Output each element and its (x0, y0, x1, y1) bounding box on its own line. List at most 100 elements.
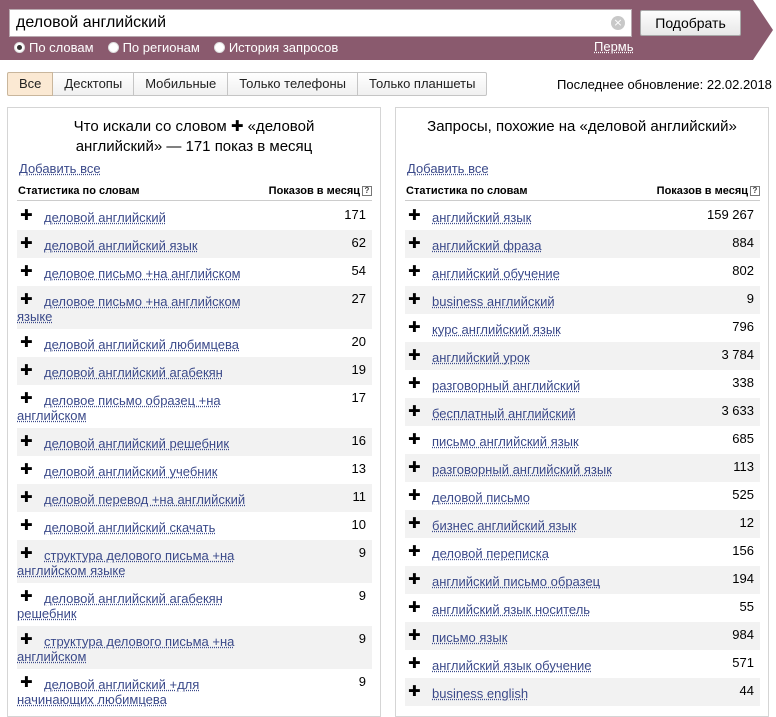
keyword-text: бизнес английский язык (432, 518, 577, 533)
keyword-link[interactable]: разговорный английский (405, 378, 635, 393)
right-panel: Запросы, похожие на «деловой английский»… (395, 107, 769, 717)
search-input[interactable] (16, 13, 606, 33)
impressions-count: 9 (358, 545, 366, 560)
impressions-count: 159 267 (707, 207, 754, 222)
impressions-count: 62 (351, 235, 366, 250)
help-icon[interactable]: ? (362, 186, 372, 196)
region-link[interactable]: Пермь (594, 39, 634, 54)
radio-history[interactable] (213, 41, 225, 53)
keyword-link[interactable]: деловой письмо (405, 490, 635, 505)
keyword-text: деловой английский (44, 210, 166, 225)
keyword-text: деловое письмо образец +на английском (17, 393, 221, 423)
tab-desktops[interactable]: Десктопы (53, 72, 135, 96)
table-row: ✚ деловой английский любимцева 20 (17, 329, 372, 357)
keyword-text: деловой английский агабекян решебник (17, 591, 223, 621)
keyword-link[interactable]: бесплатный английский (405, 406, 635, 421)
impressions-count: 156 (732, 543, 754, 558)
impressions-count: 685 (732, 431, 754, 446)
mode-by-regions-label: По регионам (122, 39, 200, 55)
keyword-link[interactable]: деловой английский агабекян (17, 365, 247, 380)
keyword-link[interactable]: деловое письмо образец +на английском (17, 393, 247, 423)
radio-by-regions[interactable] (107, 41, 119, 53)
mode-history-label: История запросов (228, 39, 339, 55)
table-row: ✚ структура делового письма +на английско… (17, 540, 372, 583)
search-box: × (9, 9, 632, 37)
keyword-link[interactable]: письмо язык (405, 630, 635, 645)
keyword-link[interactable]: английский язык обучение (405, 658, 635, 673)
keyword-link[interactable]: деловой английский любимцева (17, 337, 247, 352)
add-all-right-link[interactable]: Добавить все (407, 161, 489, 176)
keyword-text: разговорный английский (432, 378, 581, 393)
keyword-link[interactable]: деловой английский скачать (17, 520, 247, 535)
keyword-link[interactable]: английский урок (405, 350, 635, 365)
mode-by-words-label: По словам (29, 39, 94, 55)
table-row: ✚ письмо английский язык 685 (405, 426, 760, 454)
keyword-text: английский язык (432, 210, 532, 225)
impressions-count: 338 (732, 375, 754, 390)
mode-history[interactable]: История запросов (213, 39, 339, 55)
left-panel-title-line1: Что искали со словом ✚ «деловой (73, 118, 315, 135)
add-all-left-link[interactable]: Добавить все (19, 161, 101, 176)
keyword-link[interactable]: письмо английский язык (405, 434, 635, 449)
keyword-text: деловое письмо +на английском (44, 266, 241, 281)
keyword-link[interactable]: деловой английский учебник (17, 464, 247, 479)
keyword-link[interactable]: деловой переписка (405, 546, 635, 561)
last-update: Последнее обновление: 22.02.2018 (557, 77, 772, 92)
keyword-link[interactable]: английский язык (405, 210, 635, 225)
keyword-link[interactable]: деловой английский язык (17, 238, 247, 253)
table-row: ✚ разговорный английский 338 (405, 370, 760, 398)
table-row: ✚ бесплатный английский 3 633 (405, 398, 760, 426)
table-row: ✚ деловой английский +для начинающих люби… (17, 669, 372, 712)
keyword-link[interactable]: английский обучение (405, 266, 635, 281)
keyword-link[interactable]: структура делового письма +на английском (17, 634, 247, 664)
keyword-link[interactable]: деловое письмо +на английском языке (17, 294, 247, 324)
keyword-text: деловой английский +для начинающих любим… (17, 677, 200, 707)
keyword-link[interactable]: деловой английский +для начинающих любим… (17, 677, 247, 707)
impressions-count: 802 (732, 263, 754, 278)
keyword-link[interactable]: деловой английский решебник (17, 436, 247, 451)
keyword-link[interactable]: деловой английский агабекян решебник (17, 591, 247, 621)
impressions-count: 27 (351, 291, 366, 306)
keyword-link[interactable]: business английский (405, 294, 635, 309)
table-row: ✚ английский обучение 802 (405, 258, 760, 286)
impressions-count: 9 (358, 588, 366, 603)
radio-by-words[interactable] (14, 41, 25, 53)
keyword-link[interactable]: деловой английский (17, 210, 247, 225)
clear-icon[interactable]: × (611, 16, 625, 30)
keyword-text: разговорный английский язык (432, 462, 612, 477)
keyword-text: деловой перевод +на английский (44, 492, 246, 507)
keyword-link[interactable]: бизнес английский язык (405, 518, 635, 533)
keyword-link[interactable]: английский фраза (405, 238, 635, 253)
keyword-text: деловой английский решебник (44, 436, 230, 451)
tab-tablets[interactable]: Только планшеты (358, 72, 488, 96)
right-col-count-label: Показов в месяц (656, 185, 748, 197)
left-keyword-list: ✚ деловой английский 171 ✚ деловой английски… (17, 202, 372, 712)
device-tabs: Все Десктопы Мобильные Только телефоны Т… (7, 72, 488, 96)
keyword-text: английский язык носитель (432, 602, 591, 617)
keyword-link[interactable]: business english (405, 686, 635, 701)
keyword-link[interactable]: деловое письмо +на английском (17, 266, 247, 281)
keyword-link[interactable]: структура делового письма +на английском… (17, 548, 247, 578)
submit-button[interactable]: Подобрать (640, 10, 741, 36)
keyword-text: деловой английский учебник (44, 464, 218, 479)
table-row: ✚ деловой английский язык 62 (17, 230, 372, 258)
mode-by-words[interactable]: По словам (14, 39, 94, 55)
table-row: ✚ деловой письмо 525 (405, 482, 760, 510)
keyword-link[interactable]: английский язык носитель (405, 602, 635, 617)
tab-phones[interactable]: Только телефоны (228, 72, 359, 96)
table-row: ✚ бизнес английский язык 12 (405, 510, 760, 538)
tab-mobile[interactable]: Мобильные (134, 72, 229, 96)
keyword-link[interactable]: деловой перевод +на английский (17, 492, 247, 507)
mode-by-regions[interactable]: По регионам (107, 39, 200, 55)
impressions-count: 884 (732, 235, 754, 250)
help-icon[interactable]: ? (750, 186, 760, 196)
left-col-keywords: Статистика по словам (18, 185, 140, 197)
keyword-text: деловой английский язык (44, 238, 198, 253)
impressions-count: 10 (351, 517, 366, 532)
tab-all[interactable]: Все (7, 72, 54, 96)
left-col-count-label: Показов в месяц (268, 185, 360, 197)
keyword-text: деловой английский любимцева (44, 337, 240, 352)
keyword-link[interactable]: разговорный английский язык (405, 462, 635, 477)
keyword-link[interactable]: английский письмо образец (405, 574, 635, 589)
keyword-link[interactable]: курс английский язык (405, 322, 635, 337)
